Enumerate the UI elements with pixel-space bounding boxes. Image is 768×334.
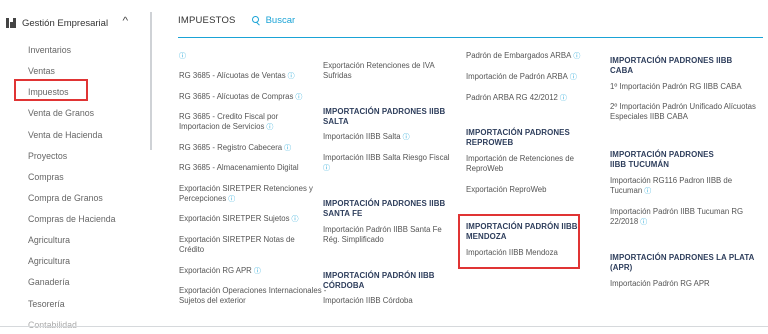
sidebar-scrollbar[interactable] (150, 12, 152, 150)
chevron-up-icon[interactable]: ^ (123, 16, 129, 27)
info-icon: ⓘ (402, 134, 410, 141)
section-header-la-plata: IMPORTACIÓN PADRONES LA PLATA (APR) (610, 253, 755, 272)
link-padron-embargados-arba[interactable]: Padrón de Embargados ARBA ⓘ (466, 51, 606, 62)
info-icon[interactable]: ⓘ (179, 51, 186, 61)
link-padron-arba-rg42[interactable]: Padrón ARBA RG 42/2012 ⓘ (466, 93, 606, 104)
footer-divider (0, 326, 768, 327)
section-header-caba: IMPORTACIÓN PADRONES IIBB CABA (610, 56, 733, 75)
sidebar-item-venta-granos[interactable]: Venta de Granos (28, 108, 94, 118)
sidebar-item-agricultura-2[interactable]: Agricultura (28, 256, 70, 266)
link-rg3685-ventas[interactable]: RG 3685 - Alícuotas de Ventas ⓘ (179, 71, 319, 82)
link-operaciones-internacionales[interactable]: Exportación Operaciones Internacionales … (179, 286, 329, 306)
sidebar-item-contabilidad[interactable]: Contabilidad (28, 320, 77, 330)
link-iibb-salta-riesgo[interactable]: Importación IIBB Salta Riesgo Fiscal ⓘ (323, 153, 453, 174)
link-rg3685-compras[interactable]: RG 3685 - Alícuotas de Compras ⓘ (179, 92, 319, 103)
info-icon: ⓘ (284, 145, 292, 152)
search-tab[interactable]: Buscar (251, 15, 296, 26)
grid-icon (6, 18, 16, 28)
info-icon: ⓘ (266, 124, 274, 131)
info-icon: ⓘ (559, 95, 567, 102)
link-padron-caba-2[interactable]: 2º Importación Padrón Unificado Alícuota… (610, 102, 758, 122)
tab-bar: IMPUESTOS Buscar (178, 15, 295, 26)
info-icon: ⓘ (323, 165, 330, 172)
link-padron-santa-fe[interactable]: Importación Padrón IIBB Santa Fe Rég. Si… (323, 225, 448, 245)
info-icon: ⓘ (291, 216, 299, 223)
tab-impuestos[interactable]: IMPUESTOS (178, 15, 236, 26)
sidebar-item-venta-hacienda[interactable]: Venta de Hacienda (28, 130, 102, 140)
info-icon: ⓘ (228, 196, 236, 203)
tab-divider (178, 37, 763, 38)
main-panel: IMPUESTOS Buscar ⓘ RG 3685 - Alícuotas d… (155, 0, 768, 334)
link-padron-arba[interactable]: Importación de Padrón ARBA ⓘ (466, 72, 606, 83)
link-rg-apr[interactable]: Exportación RG APR ⓘ (179, 266, 319, 277)
info-icon: ⓘ (295, 94, 303, 101)
info-icon: ⓘ (569, 74, 577, 81)
search-label: Buscar (265, 15, 296, 26)
sidebar-item-tesoreria[interactable]: Tesorería (28, 299, 65, 309)
section-header-reproweb: IMPORTACIÓN PADRONES REPROWEB (466, 128, 570, 147)
section-header-tucuman: IMPORTACIÓN PADRONES IIBB TUCUMÁN (610, 150, 714, 169)
info-icon: ⓘ (253, 268, 261, 275)
link-tucuman-rg22[interactable]: Importación Padrón IIBB Tucuman RG 22/20… (610, 207, 745, 228)
sidebar-item-compras[interactable]: Compras (28, 172, 64, 182)
mendoza-highlight-box (458, 214, 580, 269)
link-siretper-notas-credito[interactable]: Exportación SIRETPER Notas de Crédito (179, 235, 309, 255)
section-header-santa-fe: IMPORTACIÓN PADRONES IIBB SANTA FE (323, 199, 446, 218)
info-icon: ⓘ (640, 219, 648, 226)
sidebar-group-header[interactable]: Gestión Empresarial ^ (6, 15, 146, 31)
section-header-cordoba: IMPORTACIÓN PADRÓN IIBB CÓRDOBA (323, 271, 435, 290)
link-padron-caba-1[interactable]: 1º Importación Padrón RG IIBB CABA (610, 82, 760, 92)
link-iibb-salta[interactable]: Importación IIBB Salta ⓘ (323, 132, 463, 143)
sidebar-group-title: Gestión Empresarial (22, 17, 109, 29)
sidebar-item-ventas[interactable]: Ventas (28, 66, 55, 76)
info-icon: ⓘ (644, 188, 652, 195)
sidebar-item-agricultura[interactable]: Agricultura (28, 235, 70, 245)
info-icon: ⓘ (287, 73, 295, 80)
sidebar-item-compras-hacienda[interactable]: Compras de Hacienda (28, 214, 116, 224)
link-exportacion-reproweb[interactable]: Exportación ReproWeb (466, 185, 606, 195)
link-retenciones-iva[interactable]: Exportación Retenciones de IVA Sufridas (323, 61, 453, 81)
sidebar-item-inventarios[interactable]: Inventarios (28, 45, 71, 55)
link-siretper-retenciones[interactable]: Exportación SIRETPER Retenciones y Perce… (179, 184, 314, 205)
section-header-salta: IMPORTACIÓN PADRONES IIBB SALTA (323, 107, 446, 126)
link-rg3685-registro-cabecera[interactable]: RG 3685 - Registro Cabecera ⓘ (179, 143, 319, 154)
selected-item-highlight (14, 79, 88, 101)
link-retenciones-reproweb[interactable]: Importación de Retenciones de ReproWeb (466, 154, 591, 174)
info-icon: ⓘ (573, 53, 581, 60)
sidebar-item-compra-granos[interactable]: Compra de Granos (28, 193, 103, 203)
sidebar: Gestión Empresarial ^ Inventarios Ventas… (0, 0, 148, 334)
link-rg116-tucuman[interactable]: Importación RG116 Padron IIBB de Tucuman… (610, 176, 750, 197)
sidebar-item-proyectos[interactable]: Proyectos (28, 151, 67, 161)
search-icon (251, 16, 261, 26)
link-iibb-cordoba[interactable]: Importación IIBB Córdoba (323, 296, 463, 306)
link-rg3685-credito-fiscal[interactable]: RG 3685 - Credito Fiscal por Importacion… (179, 112, 309, 133)
link-rg3685-almacenamiento[interactable]: RG 3685 - Almacenamiento Digital (179, 163, 319, 173)
sidebar-item-ganaderia[interactable]: Ganadería (28, 277, 70, 287)
link-siretper-sujetos[interactable]: Exportación SIRETPER Sujetos ⓘ (179, 214, 319, 225)
link-padron-rg-apr[interactable]: Importación Padrón RG APR (610, 279, 750, 289)
